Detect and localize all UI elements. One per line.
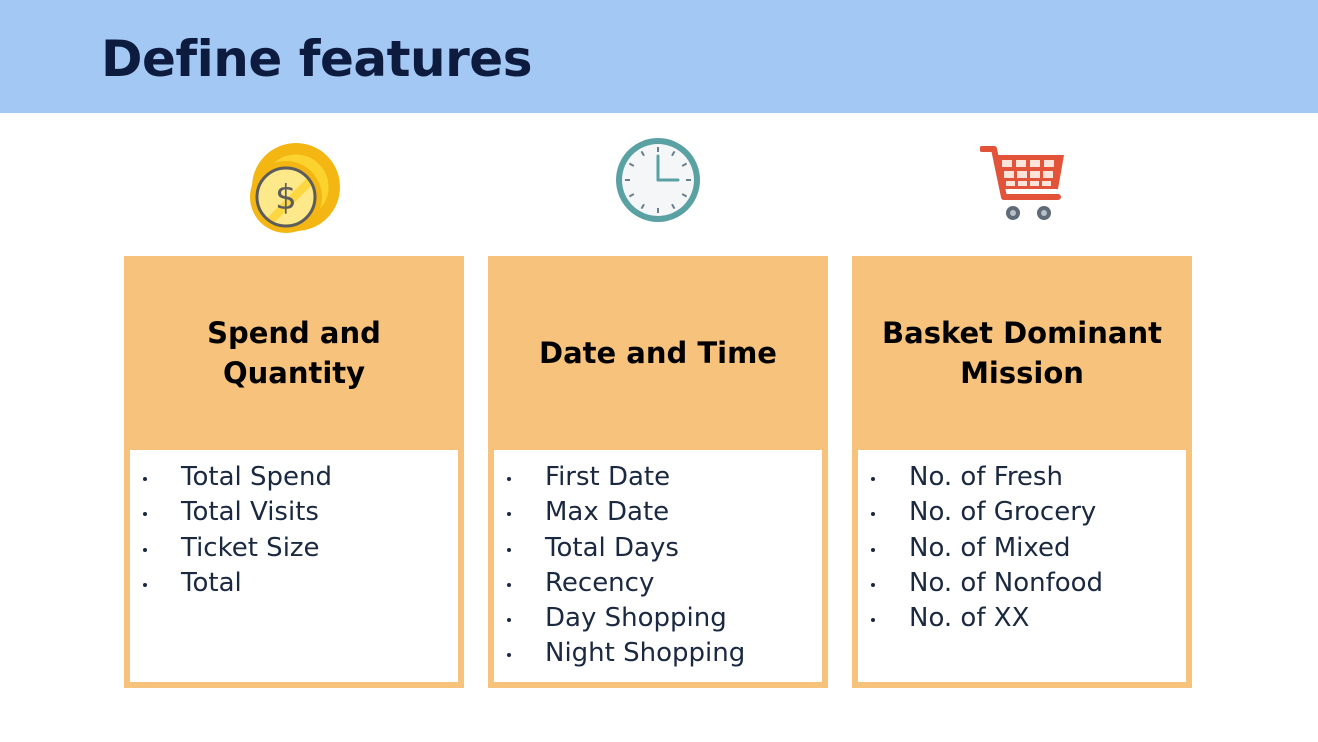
card-heading-text: Spend and Quantity — [207, 316, 381, 390]
card-body: First Date Max Date Total Days Recency D… — [494, 450, 822, 682]
card-spend-and-quantity: Spend and Quantity Total Spend Total Vis… — [124, 256, 464, 688]
list-item: No. of Mixed — [858, 531, 1186, 566]
list-item: Total Visits — [130, 495, 458, 530]
card-heading: Basket Dominant Mission — [852, 256, 1192, 450]
card-heading-text: Basket Dominant Mission — [882, 316, 1162, 390]
card-body: Total Spend Total Visits Ticket Size Tot… — [130, 450, 458, 682]
card-heading: Spend and Quantity — [124, 256, 464, 450]
list-item: No. of Grocery — [858, 495, 1186, 530]
list-item: No. of Nonfood — [858, 566, 1186, 601]
bullet-list: No. of Fresh No. of Grocery No. of Mixed… — [858, 450, 1186, 636]
bullet-list: Total Spend Total Visits Ticket Size Tot… — [130, 450, 458, 601]
list-item: Day Shopping — [494, 601, 822, 636]
list-item: Max Date — [494, 495, 822, 530]
list-item: No. of Fresh — [858, 460, 1186, 495]
list-item: Total Spend — [130, 460, 458, 495]
clock-icon — [614, 136, 702, 224]
list-item: No. of XX — [858, 601, 1186, 636]
shopping-cart-icon — [980, 145, 1068, 223]
list-item: Ticket Size — [130, 531, 458, 566]
list-item: First Date — [494, 460, 822, 495]
card-body: No. of Fresh No. of Grocery No. of Mixed… — [858, 450, 1186, 682]
coins-dollar-icon: $ — [246, 141, 342, 235]
card-basket-dominant-mission: Basket Dominant Mission No. of Fresh No.… — [852, 256, 1192, 688]
list-item: Night Shopping — [494, 636, 822, 671]
list-item: Total Days — [494, 531, 822, 566]
card-heading: Date and Time — [488, 256, 828, 450]
svg-text:$: $ — [275, 178, 297, 218]
card-heading-text: Date and Time — [539, 336, 777, 370]
bullet-list: First Date Max Date Total Days Recency D… — [494, 450, 822, 672]
list-item: Total — [130, 566, 458, 601]
list-item: Recency — [494, 566, 822, 601]
slide-title: Define features — [101, 30, 532, 88]
card-date-and-time: Date and Time First Date Max Date Total … — [488, 256, 828, 688]
